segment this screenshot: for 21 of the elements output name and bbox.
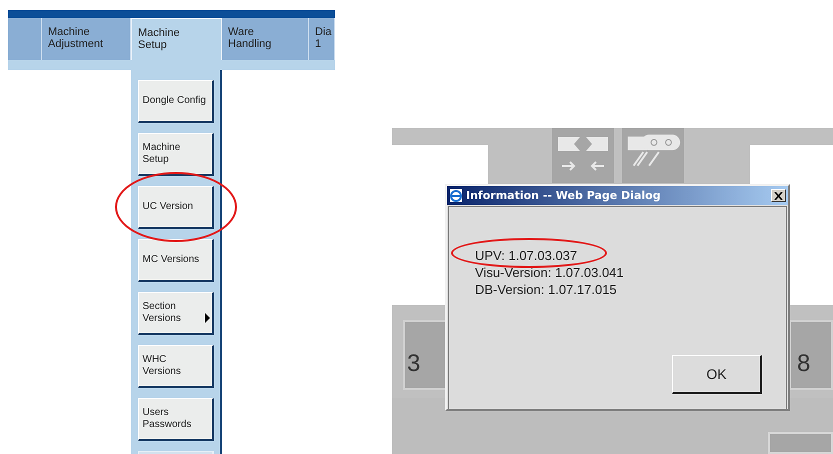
version-text: UPV: 1.07.03.037 (475, 247, 578, 264)
menu-button[interactable]: MC Versions (138, 239, 214, 282)
section-tile[interactable] (768, 432, 833, 454)
conveyor-icon[interactable] (622, 128, 684, 183)
menu-button[interactable]: Section Versions (138, 292, 214, 335)
ok-button[interactable]: OK (672, 355, 762, 394)
close-button[interactable] (771, 189, 786, 202)
version-text: DB-Version: 1.07.17.015 (475, 281, 618, 298)
menu-button[interactable]: Dongle Config (138, 80, 214, 123)
tab[interactable]: Machine Setup (131, 18, 222, 60)
close-icon (774, 192, 783, 200)
menu-button[interactable]: UC Version (138, 186, 214, 229)
version-text: Visu-Version: 1.07.03.041 (475, 264, 624, 281)
menu-button[interactable]: Machine Setup (138, 133, 214, 176)
menu-button[interactable]: WHC Versions (138, 345, 214, 388)
section-tile[interactable]: 3 (403, 320, 447, 390)
converge-arrows-icon[interactable] (552, 128, 614, 183)
menu-button[interactable]: Users Passwords (138, 398, 214, 441)
section-tile[interactable]: 8 (789, 320, 833, 390)
browser-logo-icon (449, 188, 463, 203)
dialog-title: Information -- Web Page Dialog (466, 189, 662, 202)
